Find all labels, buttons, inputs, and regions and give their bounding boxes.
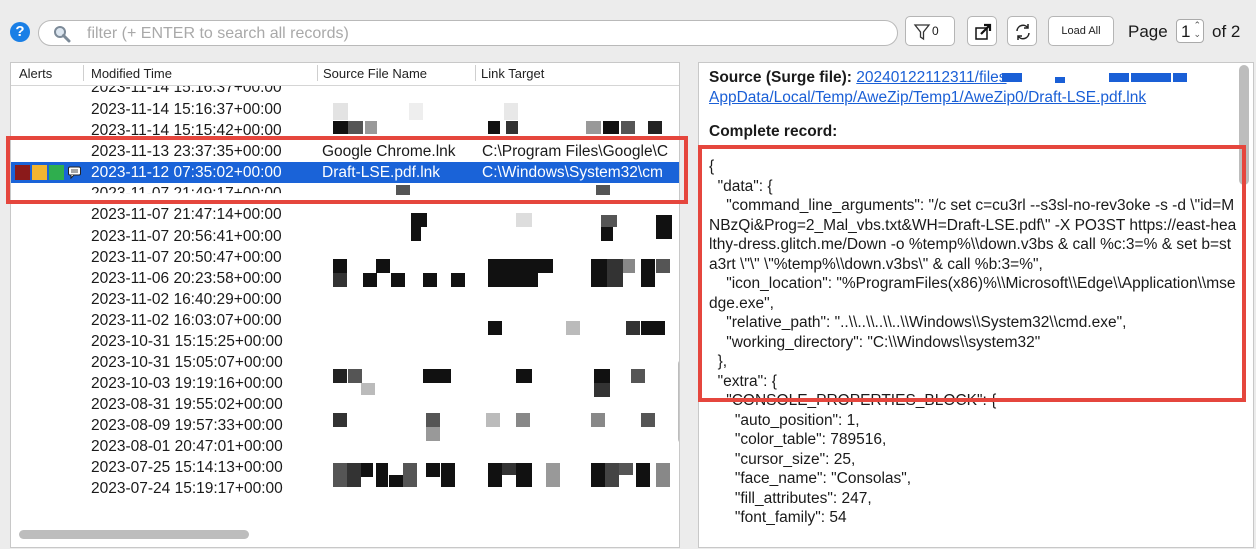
column-alerts[interactable]: Alerts [19,66,52,81]
popout-button[interactable] [967,16,997,46]
page-label: Page [1128,22,1168,41]
column-modified-time[interactable]: Modified Time [91,66,172,81]
search-icon [54,26,71,43]
filter-count: 0 [932,24,939,38]
table-row[interactable]: 2023-08-31 19:55:02+00:00 [11,394,679,415]
table-row[interactable]: 2023-11-07 20:56:41+00:00 [11,226,679,247]
source-link[interactable]: 20240122112311/files [856,69,1006,86]
refresh-icon [1016,24,1030,40]
funnel-icon [913,24,931,41]
table-row[interactable]: 2023-11-07 21:47:14+00:00 [11,204,679,225]
highlight-box [698,145,1246,402]
complete-record-label: Complete record: [709,123,838,140]
page-number: 1 [1181,22,1191,41]
page-stepper[interactable]: 1 ⌃ ⌄ [1176,19,1204,43]
vertical-scrollbar[interactable] [678,359,679,444]
refresh-button[interactable] [1007,16,1037,46]
search-box[interactable] [38,20,898,46]
stepper-arrows-icon[interactable]: ⌃ ⌄ [1193,21,1201,39]
column-source-file-name[interactable]: Source File Name [323,66,427,81]
table-row[interactable]: 2023-11-02 16:40:29+00:00 [11,289,679,310]
external-link-icon [975,23,992,40]
horizontal-scrollbar[interactable] [19,530,249,539]
table-row[interactable]: 2023-08-01 20:47:01+00:00 [11,436,679,457]
page-total: of 2 [1212,22,1241,41]
toolbar: ? 0 Load All Page 1 ⌃⌄ of 2 [0,0,1256,62]
highlight-box [6,136,688,204]
load-all-button[interactable]: Load All [1048,16,1114,46]
records-table: Alerts Modified Time Source File Name Li… [10,62,680,548]
filter-button[interactable]: 0 [905,16,955,46]
source-label-text: Source (Surge file): [709,69,857,86]
column-link-target[interactable]: Link Target [481,66,544,81]
search-input[interactable] [85,23,879,45]
help-icon[interactable]: ? [10,22,30,42]
source-label: Source (Surge file): 20240122112311/file… [709,69,1007,87]
table-header: Alerts Modified Time Source File Name Li… [11,63,679,86]
source-link-path[interactable]: AppData/Local/Temp/AweZip/Temp1/AweZip0/… [709,89,1146,107]
